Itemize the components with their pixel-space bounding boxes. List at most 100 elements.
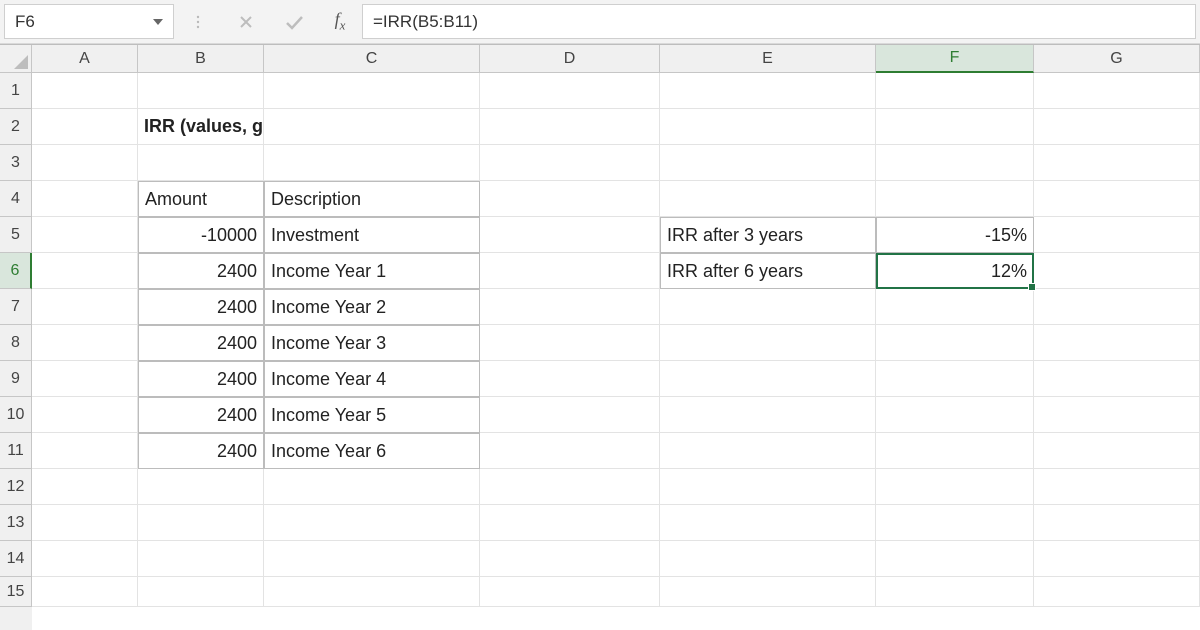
cell-C11[interactable]: Income Year 6 bbox=[264, 433, 480, 469]
cell-A7[interactable] bbox=[32, 289, 138, 325]
cell-E5[interactable]: IRR after 3 years bbox=[660, 217, 876, 253]
cell-E2[interactable] bbox=[660, 109, 876, 145]
cell-F9[interactable] bbox=[876, 361, 1034, 397]
cell-G9[interactable] bbox=[1034, 361, 1200, 397]
row-header-5[interactable]: 5 bbox=[0, 217, 32, 253]
cell-D4[interactable] bbox=[480, 181, 660, 217]
cell-F10[interactable] bbox=[876, 397, 1034, 433]
cell-G7[interactable] bbox=[1034, 289, 1200, 325]
cell-G13[interactable] bbox=[1034, 505, 1200, 541]
col-header-D[interactable]: D bbox=[480, 45, 660, 73]
cancel-icon[interactable] bbox=[222, 0, 270, 43]
cell-G2[interactable] bbox=[1034, 109, 1200, 145]
row-header-4[interactable]: 4 bbox=[0, 181, 32, 217]
cell-E1[interactable] bbox=[660, 73, 876, 109]
cell-G4[interactable] bbox=[1034, 181, 1200, 217]
cell-D11[interactable] bbox=[480, 433, 660, 469]
cell-A6[interactable] bbox=[32, 253, 138, 289]
row-header-10[interactable]: 10 bbox=[0, 397, 32, 433]
cell-A2[interactable] bbox=[32, 109, 138, 145]
cell-D7[interactable] bbox=[480, 289, 660, 325]
cell-C10[interactable]: Income Year 5 bbox=[264, 397, 480, 433]
cell-G1[interactable] bbox=[1034, 73, 1200, 109]
cell-D1[interactable] bbox=[480, 73, 660, 109]
cell-B9[interactable]: 2400 bbox=[138, 361, 264, 397]
row-header-8[interactable]: 8 bbox=[0, 325, 32, 361]
cell-D10[interactable] bbox=[480, 397, 660, 433]
chevron-down-icon[interactable] bbox=[153, 19, 163, 25]
cell-A1[interactable] bbox=[32, 73, 138, 109]
cell-C7[interactable]: Income Year 2 bbox=[264, 289, 480, 325]
cell-C15[interactable] bbox=[264, 577, 480, 607]
cell-B8[interactable]: 2400 bbox=[138, 325, 264, 361]
cell-A13[interactable] bbox=[32, 505, 138, 541]
row-header-7[interactable]: 7 bbox=[0, 289, 32, 325]
cell-A15[interactable] bbox=[32, 577, 138, 607]
cell-E6[interactable]: IRR after 6 years bbox=[660, 253, 876, 289]
cell-B3[interactable] bbox=[138, 145, 264, 181]
cell-C12[interactable] bbox=[264, 469, 480, 505]
cell-D3[interactable] bbox=[480, 145, 660, 181]
cell-E13[interactable] bbox=[660, 505, 876, 541]
cell-G8[interactable] bbox=[1034, 325, 1200, 361]
name-box[interactable]: F6 bbox=[4, 4, 174, 39]
col-header-E[interactable]: E bbox=[660, 45, 876, 73]
cell-F14[interactable] bbox=[876, 541, 1034, 577]
cell-F8[interactable] bbox=[876, 325, 1034, 361]
cell-D12[interactable] bbox=[480, 469, 660, 505]
col-header-G[interactable]: G bbox=[1034, 45, 1200, 73]
cell-A3[interactable] bbox=[32, 145, 138, 181]
cell-D14[interactable] bbox=[480, 541, 660, 577]
cell-F3[interactable] bbox=[876, 145, 1034, 181]
cell-F7[interactable] bbox=[876, 289, 1034, 325]
cell-F1[interactable] bbox=[876, 73, 1034, 109]
enter-icon[interactable] bbox=[270, 0, 318, 43]
cell-F6[interactable]: 12% bbox=[876, 253, 1034, 289]
cell-D2[interactable] bbox=[480, 109, 660, 145]
fx-icon[interactable]: fx bbox=[318, 0, 362, 43]
cell-F13[interactable] bbox=[876, 505, 1034, 541]
cell-A11[interactable] bbox=[32, 433, 138, 469]
cell-A4[interactable] bbox=[32, 181, 138, 217]
row-header-13[interactable]: 13 bbox=[0, 505, 32, 541]
cell-A12[interactable] bbox=[32, 469, 138, 505]
row-header-1[interactable]: 1 bbox=[0, 73, 32, 109]
cell-E14[interactable] bbox=[660, 541, 876, 577]
cell-G10[interactable] bbox=[1034, 397, 1200, 433]
cell-E10[interactable] bbox=[660, 397, 876, 433]
cell-A10[interactable] bbox=[32, 397, 138, 433]
cell-C13[interactable] bbox=[264, 505, 480, 541]
cell-A8[interactable] bbox=[32, 325, 138, 361]
cell-E12[interactable] bbox=[660, 469, 876, 505]
col-header-C[interactable]: C bbox=[264, 45, 480, 73]
cell-B7[interactable]: 2400 bbox=[138, 289, 264, 325]
cell-B12[interactable] bbox=[138, 469, 264, 505]
row-header-15[interactable]: 15 bbox=[0, 577, 32, 607]
row-header-3[interactable]: 3 bbox=[0, 145, 32, 181]
cell-G5[interactable] bbox=[1034, 217, 1200, 253]
cell-B14[interactable] bbox=[138, 541, 264, 577]
cell-F15[interactable] bbox=[876, 577, 1034, 607]
cell-D8[interactable] bbox=[480, 325, 660, 361]
cell-B15[interactable] bbox=[138, 577, 264, 607]
cell-G3[interactable] bbox=[1034, 145, 1200, 181]
cell-B13[interactable] bbox=[138, 505, 264, 541]
cell-B1[interactable] bbox=[138, 73, 264, 109]
cell-D13[interactable] bbox=[480, 505, 660, 541]
col-header-B[interactable]: B bbox=[138, 45, 264, 73]
cell-G12[interactable] bbox=[1034, 469, 1200, 505]
cell-C1[interactable] bbox=[264, 73, 480, 109]
formula-input[interactable]: =IRR(B5:B11) bbox=[362, 4, 1196, 39]
cell-E11[interactable] bbox=[660, 433, 876, 469]
cell-D6[interactable] bbox=[480, 253, 660, 289]
cell-G6[interactable] bbox=[1034, 253, 1200, 289]
cell-C5[interactable]: Investment bbox=[264, 217, 480, 253]
cell-B11[interactable]: 2400 bbox=[138, 433, 264, 469]
cell-B5[interactable]: -10000 bbox=[138, 217, 264, 253]
cell-B4[interactable]: Amount bbox=[138, 181, 264, 217]
cell-E7[interactable] bbox=[660, 289, 876, 325]
cell-C8[interactable]: Income Year 3 bbox=[264, 325, 480, 361]
cell-F12[interactable] bbox=[876, 469, 1034, 505]
cell-C3[interactable] bbox=[264, 145, 480, 181]
cell-F11[interactable] bbox=[876, 433, 1034, 469]
